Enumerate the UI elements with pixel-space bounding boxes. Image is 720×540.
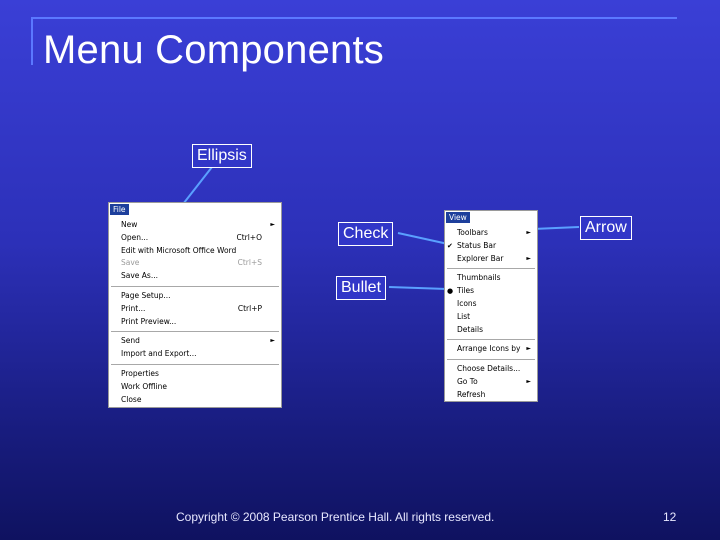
file-menu-item-import-and-export[interactable]: Import and Export...	[109, 348, 281, 361]
view-menu-item-choose-details[interactable]: Choose Details...	[445, 363, 537, 376]
view-menu-item-go-to[interactable]: Go To ►	[445, 376, 537, 389]
view-menu-title[interactable]: View	[446, 212, 470, 223]
view-menu-item-refresh[interactable]: Refresh	[445, 389, 537, 402]
menu-item-label: Choose Details...	[457, 364, 521, 374]
check-pointer-line	[397, 232, 449, 245]
menu-item-label: Work Offline	[121, 381, 167, 391]
menu-item-label: Page Setup...	[121, 290, 171, 300]
menu-separator	[111, 331, 279, 333]
page-number: 12	[663, 510, 677, 524]
menu-item-label: List	[457, 311, 471, 321]
copyright-footer: Copyright © 2008 Pearson Prentice Hall. …	[176, 510, 495, 524]
menu-item-label: Tiles	[457, 286, 475, 296]
ellipsis-callout: Ellipsis	[192, 144, 252, 168]
view-menu-item-arrange-icons-by[interactable]: Arrange Icons by ►	[445, 343, 537, 356]
file-menu-items: New ► Open... Ctrl+O Edit with Microsoft Off…	[109, 219, 281, 406]
view-menu-items: Toolbars ► ✔ Status Bar Explorer Bar ► Thumbna…	[445, 227, 537, 402]
menu-item-label: Thumbnails	[457, 273, 501, 283]
slide-title: Menu Components	[43, 28, 384, 72]
submenu-arrow-icon: ►	[526, 377, 531, 385]
menu-item-label: Print...	[121, 303, 146, 313]
menu-item-label: Details	[457, 324, 484, 334]
bullet-callout: Bullet	[336, 276, 387, 300]
menu-item-label: Close	[121, 394, 142, 404]
submenu-arrow-icon: ►	[270, 337, 275, 345]
menu-separator	[447, 339, 535, 341]
file-menu-item-print[interactable]: Print... Ctrl+P	[109, 303, 281, 316]
check-callout: Check	[338, 222, 394, 246]
view-menu: View Toolbars ► ✔ Status Bar Explorer Bar ► Th…	[444, 210, 538, 402]
menu-item-label: Explorer Bar	[457, 253, 504, 263]
menu-item-label: Print Preview...	[121, 316, 177, 326]
view-menu-item-explorer-bar[interactable]: Explorer Bar ►	[445, 253, 537, 266]
title-frame-left-line	[31, 17, 33, 65]
menu-item-shortcut: Ctrl+P	[237, 303, 262, 313]
menu-item-label: Icons	[457, 298, 477, 308]
file-menu-item-save-as[interactable]: Save As...	[109, 270, 281, 283]
view-menu-item-icons[interactable]: Icons	[445, 298, 537, 311]
file-menu-item-properties[interactable]: Properties	[109, 368, 281, 381]
view-menu-item-list[interactable]: List	[445, 311, 537, 324]
view-menu-item-details[interactable]: Details	[445, 324, 537, 337]
file-menu-item-save[interactable]: Save Ctrl+S	[109, 257, 281, 270]
file-menu-item-new[interactable]: New ►	[109, 219, 281, 232]
bullet-pointer-line	[388, 286, 448, 290]
menu-item-label: New	[121, 220, 138, 229]
menu-item-label: Properties	[121, 368, 159, 378]
view-menu-item-status-bar[interactable]: ✔ Status Bar	[445, 240, 537, 253]
title-frame-top-line	[31, 17, 677, 19]
submenu-arrow-icon: ►	[526, 254, 531, 262]
menu-item-label: Save As...	[121, 271, 158, 281]
submenu-arrow-icon: ►	[526, 345, 531, 353]
arrow-pointer-line	[532, 226, 580, 230]
menu-item-label: Refresh	[457, 389, 486, 399]
check-mark-icon: ✔	[447, 241, 453, 250]
menu-item-shortcut: Ctrl+S	[237, 258, 262, 268]
menu-item-label: Save	[121, 258, 140, 268]
menu-item-label: Go To	[457, 376, 478, 386]
file-menu-item-edit-with-microsoft-office-word[interactable]: Edit with Microsoft Office Word	[109, 245, 281, 258]
menu-item-label: Toolbars	[457, 228, 488, 237]
arrow-callout: Arrow	[580, 216, 632, 240]
view-menu-item-tiles[interactable]: ● Tiles	[445, 285, 537, 298]
file-menu-item-send[interactable]: Send ►	[109, 335, 281, 348]
menu-item-label: Arrange Icons by	[457, 344, 521, 354]
menu-separator	[447, 359, 535, 361]
menu-separator	[111, 285, 279, 287]
file-menu-item-work-offline[interactable]: Work Offline	[109, 381, 281, 394]
menu-item-label: Edit with Microsoft Office Word	[121, 245, 237, 255]
file-menu-title[interactable]: File	[110, 204, 129, 215]
file-menu-item-close[interactable]: Close	[109, 394, 281, 407]
file-menu-item-page-setup[interactable]: Page Setup...	[109, 290, 281, 303]
bullet-icon: ●	[447, 287, 454, 296]
menu-separator	[111, 363, 279, 365]
file-menu: File New ► Open... Ctrl+O Edit with Microsof…	[108, 202, 282, 408]
submenu-arrow-icon: ►	[526, 229, 531, 236]
file-menu-item-print-preview[interactable]: Print Preview...	[109, 316, 281, 329]
file-menu-item-open[interactable]: Open... Ctrl+O	[109, 232, 281, 245]
menu-item-label: Open...	[121, 232, 149, 242]
menu-separator	[447, 268, 535, 270]
view-menu-item-toolbars[interactable]: Toolbars ►	[445, 227, 537, 240]
menu-item-shortcut: Ctrl+O	[236, 232, 262, 242]
menu-item-label: Import and Export...	[121, 349, 197, 359]
menu-item-label: Send	[121, 336, 140, 346]
submenu-arrow-icon: ►	[270, 221, 275, 228]
menu-item-label: Status Bar	[457, 240, 497, 250]
view-menu-item-thumbnails[interactable]: Thumbnails	[445, 272, 537, 285]
